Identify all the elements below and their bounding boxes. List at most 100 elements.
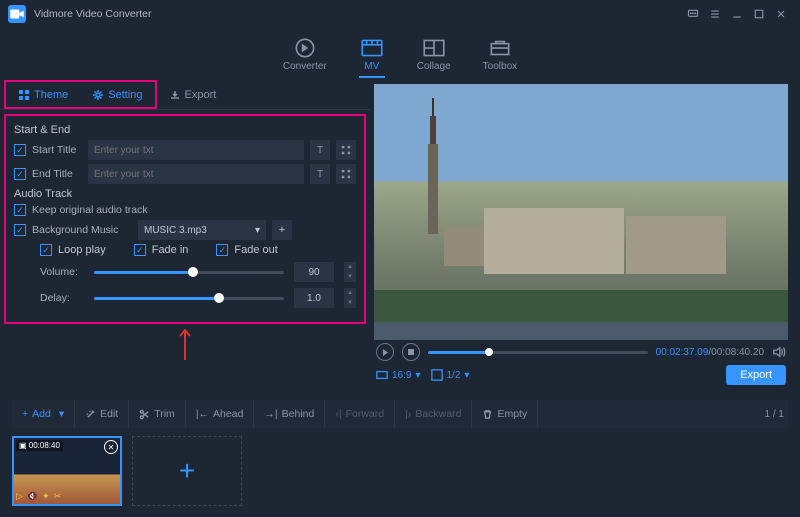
export-button[interactable]: Export [726, 365, 786, 385]
volume-label: Volume: [40, 266, 84, 278]
mute-icon[interactable]: 🔇 [27, 491, 38, 502]
empty-button[interactable]: Empty [472, 400, 538, 428]
wand-icon [85, 409, 96, 420]
delay-label: Delay: [40, 292, 84, 304]
btn-label: Edit [100, 408, 118, 420]
play-button[interactable] [376, 343, 394, 361]
forward-button[interactable]: ‹| Forward [325, 400, 395, 428]
bg-music-select[interactable]: MUSIC 3.mp3 ▾ [138, 220, 266, 240]
clip-action-icons: ▷ 🔇 ✦ ✂ [16, 491, 61, 502]
start-title-input[interactable] [88, 140, 304, 160]
arrow-hint-icon [178, 326, 192, 360]
scissors-icon[interactable]: ✂ [54, 491, 62, 502]
nav-label: MV [364, 61, 379, 72]
mv-icon [359, 37, 385, 59]
minimize-button[interactable] [726, 3, 748, 25]
converter-icon [292, 37, 318, 59]
settings-panel: Start & End Start Title T End Title T Au… [4, 114, 366, 324]
aspect-icon [376, 369, 388, 381]
btn-label: Forward [346, 408, 385, 420]
add-clip-button[interactable]: + [132, 436, 242, 506]
edit-button[interactable]: Edit [75, 400, 129, 428]
start-title-style-button[interactable] [336, 140, 356, 160]
end-title-input[interactable] [88, 164, 304, 184]
nav-label: Toolbox [483, 61, 517, 72]
backward-button[interactable]: |› Backward [395, 400, 472, 428]
scale-value: 1/2 [447, 370, 461, 381]
chevron-down-icon: ▾ [59, 408, 64, 420]
wand-icon[interactable]: ✦ [42, 491, 50, 502]
close-button[interactable] [770, 3, 792, 25]
bg-music-checkbox[interactable] [14, 224, 26, 236]
remove-clip-button[interactable]: ✕ [104, 440, 118, 454]
scale-select[interactable]: 1/2 ▾ [431, 369, 470, 381]
volume-slider[interactable] [94, 271, 284, 274]
chevron-right-icon: |› [405, 408, 411, 420]
play-icon[interactable]: ▷ [16, 491, 23, 502]
progress-slider[interactable] [428, 351, 648, 354]
app-title: Vidmore Video Converter [34, 8, 152, 20]
plus-icon: + [22, 408, 28, 420]
chevron-left-icon: ‹| [335, 408, 341, 420]
volume-stepper[interactable]: ▲▼ [344, 262, 356, 282]
clip-toolbar: + Add ▾ Edit Trim |← Ahead →|Behind ‹| Forwa… [12, 400, 788, 428]
ahead-button[interactable]: |← Ahead [186, 400, 255, 428]
end-title-style-button[interactable] [336, 164, 356, 184]
export-icon [169, 89, 181, 101]
collage-icon [421, 37, 447, 59]
fade-in-label: Fade in [152, 244, 189, 256]
fade-out-label: Fade out [234, 244, 277, 256]
add-music-button[interactable]: + [272, 220, 292, 240]
start-title-label: Start Title [32, 144, 82, 156]
aspect-ratio-select[interactable]: 16:9 ▾ [376, 369, 421, 381]
player-options: 16:9 ▾ 1/2 ▾ Export [374, 364, 788, 386]
nav-toolbox[interactable]: Toolbox [483, 37, 517, 72]
nav-mv[interactable]: MV [359, 37, 385, 72]
left-tabs: Theme Setting Export [0, 80, 370, 110]
scale-icon [431, 369, 443, 381]
nav-collage[interactable]: Collage [417, 37, 451, 72]
bg-music-value: MUSIC 3.mp3 [144, 225, 207, 236]
nav-label: Converter [283, 61, 327, 72]
gear-icon [92, 89, 104, 101]
btn-label: Empty [497, 408, 527, 420]
trim-button[interactable]: Trim [129, 400, 186, 428]
clip-duration: ▣ 00:08:40 [16, 440, 63, 451]
behind-button[interactable]: →|Behind [254, 400, 325, 428]
menu-icon[interactable] [704, 3, 726, 25]
end-title-label: End Title [32, 168, 82, 180]
delay-value[interactable]: 1.0 [294, 288, 334, 308]
keep-original-checkbox[interactable] [14, 204, 26, 216]
fade-out-checkbox[interactable] [216, 244, 228, 256]
player-bar: 00:02:37.09/00:08:40.20 [374, 340, 788, 364]
tab-setting[interactable]: Setting [80, 82, 154, 107]
end-title-checkbox[interactable] [14, 168, 26, 180]
volume-icon[interactable] [772, 345, 786, 359]
volume-value[interactable]: 90 [294, 262, 334, 282]
start-title-checkbox[interactable] [14, 144, 26, 156]
end-title-text-button[interactable]: T [310, 164, 330, 184]
chevron-down-icon: ▾ [464, 370, 469, 381]
skip-back-icon: |← [196, 408, 209, 420]
btn-label: Add [32, 408, 51, 420]
feedback-icon[interactable] [682, 3, 704, 25]
stop-button[interactable] [402, 343, 420, 361]
time-indicator: 00:02:37.09/00:08:40.20 [656, 347, 764, 358]
keep-original-label: Keep original audio track [32, 204, 148, 216]
fade-in-checkbox[interactable] [134, 244, 146, 256]
delay-slider[interactable] [94, 297, 284, 300]
btn-label: Ahead [213, 408, 243, 420]
start-title-text-button[interactable]: T [310, 140, 330, 160]
maximize-button[interactable] [748, 3, 770, 25]
delay-stepper[interactable]: ▲▼ [344, 288, 356, 308]
add-button[interactable]: + Add ▾ [12, 400, 75, 428]
nav-converter[interactable]: Converter [283, 37, 327, 72]
loop-play-checkbox[interactable] [40, 244, 52, 256]
tab-theme[interactable]: Theme [6, 82, 80, 107]
loop-play-label: Loop play [58, 244, 106, 256]
tab-export[interactable]: Export [157, 80, 229, 109]
video-preview[interactable] [374, 84, 788, 340]
btn-label: Backward [415, 408, 461, 420]
clip-thumbnail[interactable]: ▣ 00:08:40 ✕ ▷ 🔇 ✦ ✂ [12, 436, 122, 506]
chevron-down-icon: ▾ [255, 225, 260, 236]
